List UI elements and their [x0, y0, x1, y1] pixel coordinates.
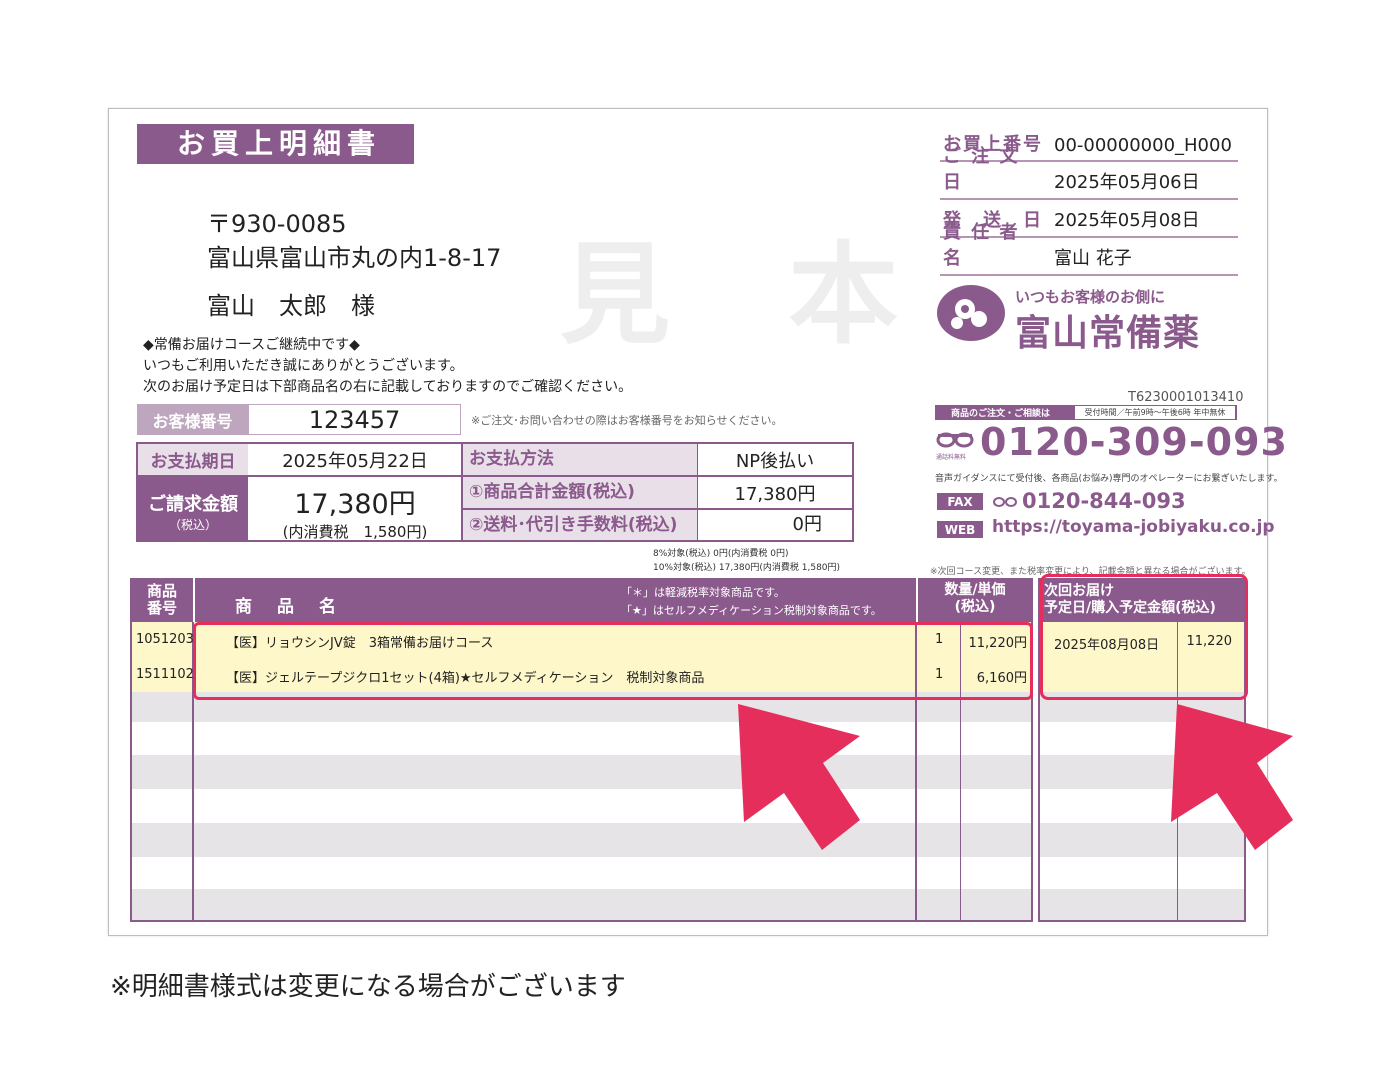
freedial-icon [936, 432, 974, 448]
freedial-caption: 通話料無料 [936, 454, 967, 461]
fee-value: 0円 [792, 514, 822, 535]
fax-number: 0120-844-093 [1022, 489, 1186, 513]
message-line-2: いつもご利用いただき誠にありがとうございます。 [143, 358, 464, 374]
row-1-code: 1051203 [136, 632, 194, 647]
sample-watermark: 見 本 [560, 231, 939, 359]
fax-freedial-icon [993, 497, 1017, 507]
contact-bar: 商品のご注文・ご相談は 受付時間／午前9時〜午後6時 年中無休 [935, 405, 1237, 420]
contact-label: 商品のご注文・ご相談は [951, 409, 1051, 419]
manager-value: 富山 花子 [1054, 248, 1132, 269]
customer-name: 富山 太郎 様 [207, 292, 375, 320]
subtotal-value: 17,380円 [734, 483, 816, 505]
order-date-label: ご 注 文 日 [943, 146, 1020, 193]
message-line-3: 次のお届け予定日は下部商品名の右に記載しておりますのでご確認ください。 [143, 379, 633, 395]
web-label: WEB [937, 521, 983, 538]
phone-number: 0120-309-093 [980, 420, 1288, 464]
ship-date-value: 2025年05月08日 [1054, 210, 1200, 231]
payment-method-label: お支払方法 [463, 444, 697, 475]
amount-cell: 17,380円 (内消費税 1,580円) [248, 477, 462, 541]
customer-address: 富山県富山市丸の内1-8-17 [207, 244, 502, 272]
payment-method-value: NP後払い [735, 450, 815, 472]
brand-logo-icon [937, 285, 1005, 341]
items-highlight-frame [193, 622, 1033, 700]
billing-divider [138, 475, 852, 477]
pointer-arrow-icon [738, 704, 860, 850]
amount-value: 17,380円 [294, 489, 416, 520]
postal-code: 〒930-0085 [207, 210, 347, 238]
billing-vdivider-2 [697, 444, 698, 540]
manager-row: 責 任 者 名 富山 花子 [940, 222, 1238, 276]
row-2-code: 1511102 [136, 667, 194, 682]
document-title: お買上明細書 [137, 124, 414, 164]
order-date-row: ご 注 文 日 2025年05月06日 [940, 146, 1238, 200]
due-value: 2025年05月22日 [282, 450, 428, 472]
customer-no-note: ※ご注文･お問い合わせの際はお客様番号をお知らせください。 [471, 414, 783, 427]
customer-no-value: 123457 [248, 404, 461, 435]
brand-name: 富山常備薬 [1015, 313, 1201, 354]
pointer-arrow-icon [1171, 704, 1293, 850]
amount-tax: (内消費税 1,580円) [282, 523, 428, 541]
order-date-value: 2025年05月06日 [1054, 172, 1200, 193]
next-delivery-highlight-frame [1040, 574, 1248, 700]
manager-label: 責 任 者 名 [943, 222, 1020, 269]
order-number-value: 00-00000000_H000 [1054, 135, 1232, 156]
message-line-1: ◆常備お届けコースご継続中です◆ [143, 337, 360, 353]
bottom-note: ※明細書様式は変更になる場合がございます [110, 972, 626, 1002]
amount-label: ご請求金額 [148, 494, 238, 515]
web-url[interactable]: https://toyama-jobiyaku.co.jp [992, 517, 1275, 537]
billing-vdivider [461, 444, 463, 540]
phone-guidance: 音声ガイダンスにて受付後、各商品(お悩み)専門のオペレーターにお繋ぎいたします。 [935, 474, 1283, 484]
fax-label: FAX [937, 493, 983, 510]
amount-label-sub: （税込） [168, 518, 217, 532]
customer-no-label: お客様番号 [137, 404, 248, 435]
tax-note-8: 8%対象(税込) 0円(内消費税 0円) [653, 549, 789, 559]
subtotal-label: ①商品合計金額(税込) [463, 477, 697, 508]
amount-label-cell: ご請求金額 （税込） [138, 477, 248, 540]
due-label: お支払期日 [138, 444, 248, 475]
business-hours: 受付時間／午前9時〜午後6時 年中無休 [1075, 406, 1235, 419]
billing-divider-2 [463, 508, 852, 510]
registration-number: T6230001013410 [1128, 390, 1244, 405]
tax-note-10: 10%対象(税込) 17,380円(内消費税 1,580円) [653, 563, 841, 573]
fee-label: ②送料･代引き手数料(税込) [463, 510, 697, 540]
